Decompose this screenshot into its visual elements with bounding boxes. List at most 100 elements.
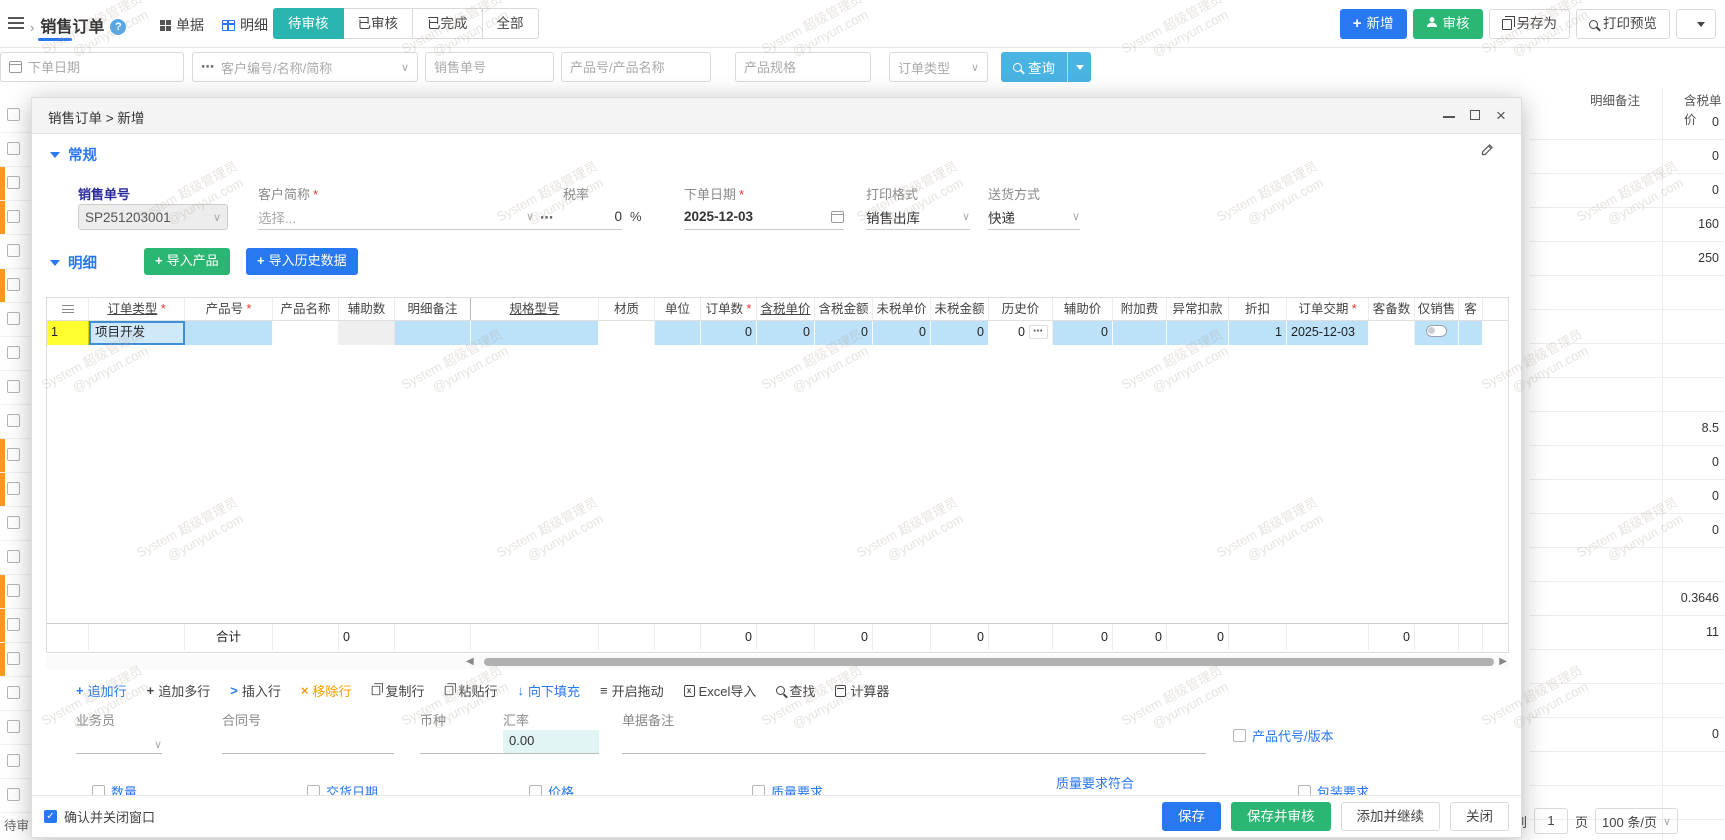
customer-filter[interactable]: ⋯ 客户编号/名称/简称 ∨ bbox=[192, 52, 418, 82]
tab-已审核[interactable]: 已审核 bbox=[343, 8, 413, 39]
row-checkbox[interactable] bbox=[7, 142, 20, 155]
column-header-cut[interactable]: 客 bbox=[1459, 298, 1483, 320]
row-checkbox[interactable] bbox=[7, 278, 20, 291]
row-checkbox[interactable] bbox=[7, 550, 20, 563]
column-header-surcharge[interactable]: 附加费 bbox=[1113, 298, 1167, 320]
scroll-left-icon[interactable]: ◀ bbox=[466, 656, 474, 667]
row-checkbox[interactable] bbox=[7, 788, 20, 801]
tab-全部[interactable]: 全部 bbox=[482, 8, 539, 39]
import-product-button[interactable]: + 导入产品 bbox=[144, 248, 230, 275]
print-preview-button[interactable]: 打印预览 bbox=[1576, 9, 1670, 39]
cell-delivery[interactable]: 2025-12-03 bbox=[1287, 321, 1369, 345]
ellipsis-button[interactable]: ⋯ bbox=[1029, 325, 1048, 339]
import-history-button[interactable]: + 导入历史数据 bbox=[246, 248, 358, 275]
spec-filter[interactable] bbox=[735, 52, 871, 82]
column-header-spec[interactable]: 规格型号 bbox=[471, 298, 599, 320]
drag-button[interactable]: ≡ 开启拖动 bbox=[600, 681, 664, 700]
column-header-qty[interactable]: 订单数 * bbox=[701, 298, 757, 320]
cell-price_tax[interactable]: 0 bbox=[757, 321, 815, 345]
cell-handle[interactable]: 1 bbox=[47, 321, 89, 345]
column-header-product_no[interactable]: 产品号 * bbox=[185, 298, 273, 320]
exchange-rate-input[interactable]: 0.00 bbox=[503, 730, 599, 754]
cell-aux_qty[interactable] bbox=[339, 321, 395, 345]
dialog-header[interactable]: 销售订单 > 新增 × bbox=[32, 98, 1521, 134]
column-header-price_tax[interactable]: 含税单价 bbox=[757, 298, 815, 320]
edit-layout-button[interactable] bbox=[1480, 142, 1495, 160]
row-checkbox[interactable] bbox=[7, 108, 20, 121]
cell-sales_only[interactable] bbox=[1415, 321, 1459, 345]
currency-select[interactable]: ∨ bbox=[420, 730, 510, 754]
page-number-input[interactable]: 1 bbox=[1534, 808, 1569, 834]
column-header-handle[interactable] bbox=[47, 298, 89, 320]
sales-only-toggle-icon[interactable] bbox=[1426, 325, 1447, 337]
cell-cut[interactable] bbox=[1459, 321, 1483, 345]
query-button[interactable]: 查询 bbox=[1001, 52, 1067, 82]
search-button[interactable]: 查找 bbox=[776, 681, 815, 700]
row-checkbox[interactable] bbox=[7, 176, 20, 189]
product-input[interactable] bbox=[570, 59, 702, 75]
order-date-filter[interactable] bbox=[0, 52, 184, 82]
row-checkbox[interactable] bbox=[7, 210, 20, 223]
close-button[interactable]: × bbox=[1491, 106, 1511, 126]
row-checkbox[interactable] bbox=[7, 414, 20, 427]
customer-field[interactable]: 选择... ∨ bbox=[258, 204, 534, 230]
cell-history[interactable]: 0 ⋯ bbox=[989, 321, 1053, 345]
column-header-aux_price[interactable]: 辅助价 bbox=[1053, 298, 1113, 320]
row-checkbox[interactable] bbox=[7, 244, 20, 257]
保存-button[interactable]: 保存 bbox=[1162, 802, 1221, 831]
row-checkbox[interactable] bbox=[7, 448, 20, 461]
maximize-button[interactable] bbox=[1465, 106, 1485, 126]
column-header-material[interactable]: 材质 bbox=[599, 298, 655, 320]
tax-rate-field[interactable]: 0 bbox=[532, 204, 622, 230]
column-header-aux_qty[interactable]: 辅助数 bbox=[339, 298, 395, 320]
section-general[interactable]: 常规 bbox=[50, 144, 97, 165]
row-checkbox[interactable] bbox=[7, 686, 20, 699]
scrollbar-thumb[interactable] bbox=[484, 658, 1494, 666]
fill-down-button[interactable]: ↓ 向下填充 bbox=[517, 681, 580, 700]
column-header-sales_only[interactable]: 仅销售 bbox=[1415, 298, 1459, 320]
cell-qty[interactable]: 0 bbox=[701, 321, 757, 345]
关闭-button[interactable]: 关闭 bbox=[1450, 802, 1509, 831]
doc-remark-input[interactable] bbox=[622, 730, 1206, 754]
order-date-field[interactable]: 2025-12-03 bbox=[684, 204, 844, 230]
cell-unit[interactable] bbox=[655, 321, 701, 345]
row-checkbox[interactable] bbox=[7, 652, 20, 665]
column-header-history[interactable]: 历史价 bbox=[989, 298, 1053, 320]
cell-order_type[interactable]: 项目开发 bbox=[89, 321, 185, 345]
添加并继续-button[interactable]: 添加并继续 bbox=[1340, 802, 1440, 831]
delivery-mode-field[interactable]: 快递 ∨ bbox=[988, 204, 1080, 230]
page-size-select[interactable]: 100 条/页 ∨ bbox=[1595, 808, 1679, 834]
confirm-close-checkbox[interactable]: ✓ 确认并关闭窗口 bbox=[44, 807, 155, 826]
cell-product_name[interactable] bbox=[273, 321, 339, 345]
sales-no-field[interactable]: SP251203001 ∨ bbox=[78, 204, 228, 230]
cell-product_no[interactable] bbox=[185, 321, 273, 345]
column-header-unit[interactable]: 单位 bbox=[655, 298, 701, 320]
row-checkbox[interactable] bbox=[7, 516, 20, 529]
cell-cust_qty[interactable] bbox=[1369, 321, 1415, 345]
cell-price[interactable]: 0 bbox=[873, 321, 931, 345]
cell-deduction[interactable] bbox=[1167, 321, 1229, 345]
cell-amount[interactable]: 0 bbox=[931, 321, 989, 345]
column-header-order_type[interactable]: 订单类型 * bbox=[89, 298, 185, 320]
row-checkbox[interactable] bbox=[7, 584, 20, 597]
more-menu-button[interactable] bbox=[1676, 9, 1716, 39]
remove-row-button[interactable]: × 移除行 bbox=[301, 681, 352, 700]
quality-match-link[interactable]: 质量要求符合 bbox=[1056, 773, 1134, 792]
cell-spec[interactable] bbox=[471, 321, 599, 345]
column-header-product_name[interactable]: 产品名称 bbox=[273, 298, 339, 320]
view-toggle-detail[interactable]: 明细 bbox=[222, 15, 268, 35]
help-icon[interactable]: ? bbox=[110, 19, 127, 35]
order-type-filter[interactable]: 订单类型 ∨ bbox=[889, 52, 988, 82]
column-header-discount[interactable]: 折扣 bbox=[1229, 298, 1287, 320]
row-checkbox[interactable] bbox=[7, 312, 20, 325]
cell-aux_price[interactable]: 0 bbox=[1053, 321, 1113, 345]
excel-import-button[interactable]: x Excel导入 bbox=[683, 681, 756, 700]
view-toggle-documents[interactable]: 单据 bbox=[160, 15, 204, 35]
tab-已完成[interactable]: 已完成 bbox=[413, 8, 483, 39]
column-header-cust_qty[interactable]: 客备数 bbox=[1369, 298, 1415, 320]
plus-button[interactable]: + 新增 bbox=[1339, 9, 1407, 39]
main-menu-button[interactable] bbox=[8, 17, 24, 32]
user-button[interactable]: 审核 bbox=[1412, 9, 1483, 39]
column-header-amount[interactable]: 未税金额 bbox=[931, 298, 989, 320]
row-checkbox[interactable] bbox=[7, 380, 20, 393]
